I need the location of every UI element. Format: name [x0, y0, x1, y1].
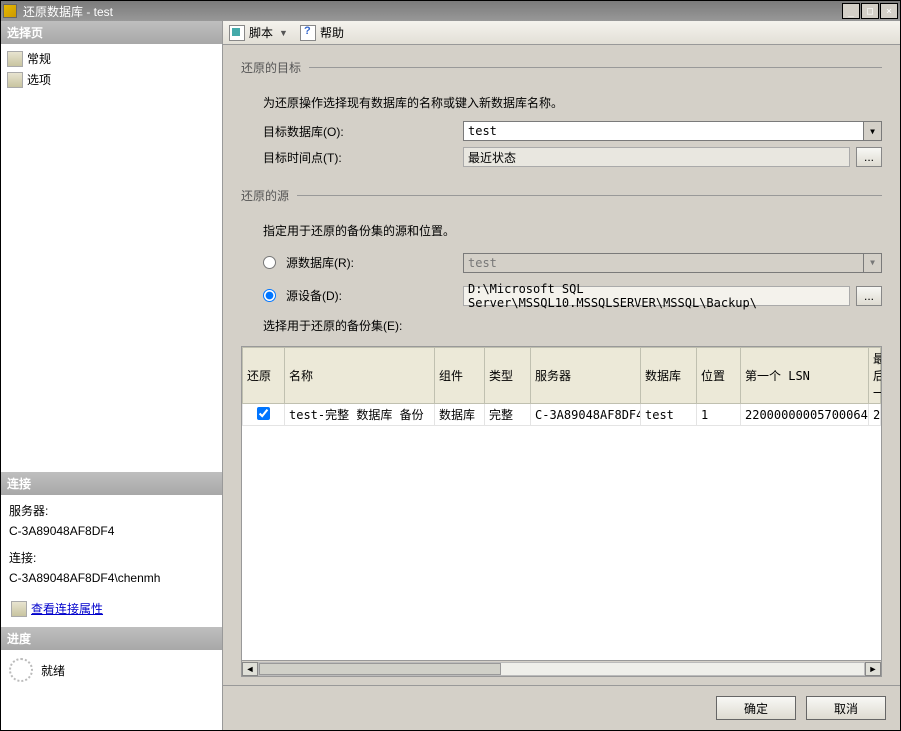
col-last-lsn[interactable]: 最后一	[869, 348, 881, 404]
cell-position: 1	[697, 404, 741, 426]
source-device-value: D:\Microsoft SQL Server\MSSQL10.MSSQLSER…	[468, 282, 845, 310]
cell-name: test-完整 数据库 备份	[285, 404, 435, 426]
close-button[interactable]: ×	[880, 3, 898, 19]
progress-spinner-icon	[9, 658, 33, 682]
connection-section: 服务器: C-3A89048AF8DF4 连接: C-3A89048AF8DF4…	[1, 495, 222, 627]
sidebar-item-label: 常规	[27, 50, 51, 67]
server-value: C-3A89048AF8DF4	[9, 521, 214, 541]
source-device-radio-label: 源设备(D):	[286, 287, 342, 304]
target-time-browse-button[interactable]: ...	[856, 147, 882, 167]
source-device-browse-button[interactable]: ...	[856, 286, 882, 306]
titlebar[interactable]: 还原数据库 - test _ □ ×	[1, 1, 900, 21]
cell-database: test	[641, 404, 697, 426]
col-restore[interactable]: 还原	[243, 348, 285, 404]
content-pane: 脚本 ▼ 帮助 还原的目标 为还原操作选择现有数据库的名称或键入新数据库名称。 …	[223, 21, 900, 730]
scroll-right-button[interactable]: ►	[865, 662, 881, 676]
col-server[interactable]: 服务器	[531, 348, 641, 404]
select-page-header: 选择页	[1, 21, 222, 44]
target-group-label: 还原的目标	[241, 59, 301, 76]
scroll-left-button[interactable]: ◄	[242, 662, 258, 676]
col-first-lsn[interactable]: 第一个 LSN	[741, 348, 869, 404]
page-icon	[7, 51, 23, 67]
restore-checkbox[interactable]	[257, 407, 270, 420]
target-group: 还原的目标	[241, 59, 882, 76]
chevron-down-icon: ▼	[863, 254, 881, 272]
source-group: 还原的源	[241, 187, 882, 204]
source-desc: 指定用于还原的备份集的源和位置。	[263, 222, 882, 239]
connection-value: C-3A89048AF8DF4\chenmh	[9, 568, 214, 588]
page-icon	[7, 72, 23, 88]
sidebar-item-options[interactable]: 选项	[5, 69, 218, 90]
progress-header: 进度	[1, 627, 222, 650]
col-position[interactable]: 位置	[697, 348, 741, 404]
progress-status: 就绪	[41, 662, 65, 679]
col-name[interactable]: 名称	[285, 348, 435, 404]
ok-button[interactable]: 确定	[716, 696, 796, 720]
sidebar-item-label: 选项	[27, 71, 51, 88]
maximize-button[interactable]: □	[861, 3, 879, 19]
main-area: 选择页 常规 选项 连接 服务器: C-3A89048AF8DF4 连接: C-…	[1, 21, 900, 730]
source-device-display: D:\Microsoft SQL Server\MSSQL10.MSSQLSER…	[463, 286, 850, 306]
scroll-thumb[interactable]	[259, 663, 501, 675]
target-db-value: test	[468, 124, 497, 138]
dialog-window: 还原数据库 - test _ □ × 选择页 常规 选项 连接 服	[0, 0, 901, 731]
grid-header-row: 还原 名称 组件 类型 服务器 数据库 位置 第一个 LSN 最后一	[243, 348, 881, 404]
col-database[interactable]: 数据库	[641, 348, 697, 404]
source-db-value: test	[468, 256, 497, 270]
view-connection-properties[interactable]: 查看连接属性	[9, 597, 214, 621]
help-button[interactable]: 帮助	[320, 24, 344, 41]
backupset-grid[interactable]: 还原 名称 组件 类型 服务器 数据库 位置 第一个 LSN 最后一	[241, 346, 882, 677]
source-db-radio-label: 源数据库(R):	[286, 254, 354, 271]
target-desc: 为还原操作选择现有数据库的名称或键入新数据库名称。	[263, 94, 882, 111]
progress-row: 就绪	[1, 650, 222, 690]
cell-last-lsn: 220000	[869, 404, 881, 426]
scroll-track[interactable]	[258, 662, 865, 676]
connection-header: 连接	[1, 472, 222, 495]
source-device-radio[interactable]	[263, 289, 276, 302]
window-title: 还原数据库 - test	[23, 3, 841, 20]
table-row[interactable]: test-完整 数据库 备份 数据库 完整 C-3A89048AF8DF4 te…	[243, 404, 881, 426]
toolbar: 脚本 ▼ 帮助	[223, 21, 900, 45]
server-label: 服务器:	[9, 501, 214, 521]
backupset-label: 选择用于还原的备份集(E):	[263, 317, 882, 334]
cell-server: C-3A89048AF8DF4	[531, 404, 641, 426]
cancel-button[interactable]: 取消	[806, 696, 886, 720]
source-db-radio[interactable]	[263, 256, 276, 269]
horizontal-scrollbar[interactable]: ◄ ►	[242, 660, 881, 676]
target-time-label: 目标时间点(T):	[263, 149, 463, 166]
col-component[interactable]: 组件	[435, 348, 485, 404]
dialog-footer: 确定 取消	[223, 685, 900, 730]
target-time-display: 最近状态	[463, 147, 850, 167]
form-area: 还原的目标 为还原操作选择现有数据库的名称或键入新数据库名称。 目标数据库(O)…	[223, 45, 900, 685]
sidebar: 选择页 常规 选项 连接 服务器: C-3A89048AF8DF4 连接: C-…	[1, 21, 223, 730]
cell-type: 完整	[485, 404, 531, 426]
app-icon	[3, 4, 17, 18]
source-group-label: 还原的源	[241, 187, 289, 204]
sidebar-item-general[interactable]: 常规	[5, 48, 218, 69]
view-connection-link[interactable]: 查看连接属性	[31, 599, 103, 619]
script-dropdown-icon[interactable]: ▼	[277, 28, 290, 38]
minimize-button[interactable]: _	[842, 3, 860, 19]
target-db-combo[interactable]: test ▼	[463, 121, 882, 141]
properties-icon	[11, 601, 27, 617]
cell-component: 数据库	[435, 404, 485, 426]
script-icon	[229, 25, 245, 41]
target-db-label: 目标数据库(O):	[263, 123, 463, 140]
chevron-down-icon[interactable]: ▼	[863, 122, 881, 140]
col-type[interactable]: 类型	[485, 348, 531, 404]
help-icon	[300, 25, 316, 41]
connection-label: 连接:	[9, 548, 214, 568]
script-button[interactable]: 脚本	[249, 24, 273, 41]
target-time-value: 最近状态	[468, 149, 516, 166]
source-db-combo: test ▼	[463, 253, 882, 273]
cell-first-lsn: 22000000005700064	[741, 404, 869, 426]
